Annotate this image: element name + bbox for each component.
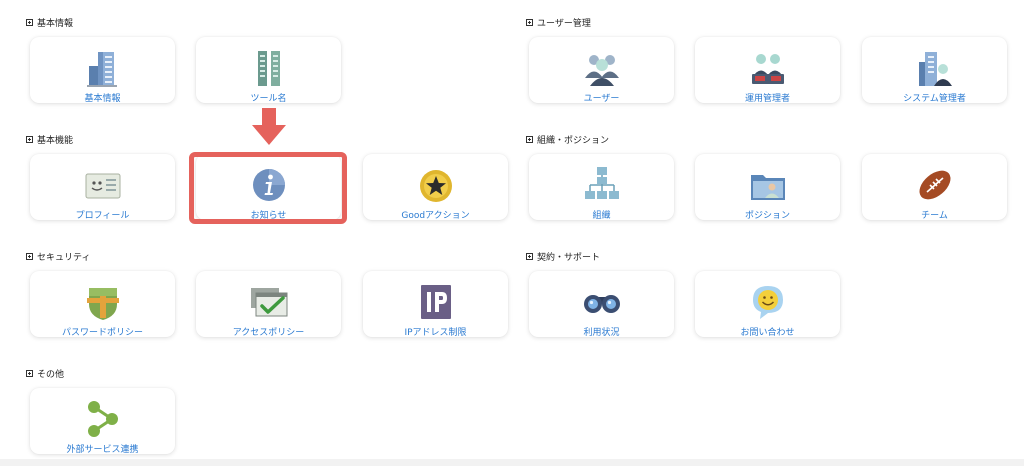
expand-icon [26, 135, 33, 143]
card-organization[interactable]: 組織 [529, 154, 674, 221]
card-profile[interactable]: プロフィール [30, 154, 175, 221]
section-header-user-management[interactable]: ユーザー管理 [526, 16, 591, 29]
card-label: お問い合わせ [740, 328, 795, 338]
card-external-service[interactable]: 外部サービス連携 [30, 388, 175, 455]
down-arrow-icon [251, 108, 287, 146]
card-ip-restriction[interactable]: IPアドレス制限 [363, 271, 508, 338]
user-group-icon [582, 48, 622, 88]
building-icon [83, 48, 123, 88]
system-admin-icon [915, 48, 955, 88]
card-label: 基本情報 [84, 94, 121, 104]
section-title: ユーザー管理 [537, 18, 591, 29]
card-label: 利用状況 [583, 328, 620, 338]
rugby-ball-icon [915, 165, 955, 205]
section-header-contract[interactable]: 契約・サポート [526, 250, 601, 263]
expand-icon [526, 252, 533, 260]
card-contact[interactable]: お問い合わせ [695, 271, 840, 338]
section-header-organization[interactable]: 組織・ポジション [526, 133, 610, 146]
star-badge-icon [416, 165, 456, 205]
expand-icon [26, 18, 33, 26]
card-label: ツール名 [250, 94, 287, 104]
expand-icon [526, 18, 533, 26]
highlight-frame [189, 152, 347, 224]
expand-icon [26, 252, 33, 260]
card-label: システム管理者 [903, 94, 966, 104]
folder-user-icon [748, 165, 788, 205]
card-label: Goodアクション [401, 211, 470, 221]
expand-icon [26, 369, 33, 377]
card-label: 運用管理者 [744, 94, 790, 104]
section-header-basic-functions[interactable]: 基本機能 [26, 133, 74, 146]
card-label: チーム [921, 211, 948, 221]
section-title: その他 [37, 369, 65, 380]
card-label: 組織 [592, 211, 611, 221]
card-basic-info[interactable]: 基本情報 [30, 37, 175, 104]
card-password-policy[interactable]: パスワードポリシー [30, 271, 175, 338]
smiley-bubble-icon [748, 282, 788, 322]
card-usage[interactable]: 利用状況 [529, 271, 674, 338]
card-operation-manager[interactable]: 運用管理者 [695, 37, 840, 104]
section-title: 基本情報 [37, 18, 74, 29]
binoculars-icon [582, 282, 622, 322]
ip-icon [416, 282, 456, 322]
section-title: セキュリティ [37, 252, 91, 263]
card-access-policy[interactable]: アクセスポリシー [196, 271, 341, 338]
card-good-action[interactable]: Goodアクション [363, 154, 508, 221]
card-position[interactable]: ポジション [695, 154, 840, 221]
card-label: IPアドレス制限 [404, 328, 467, 338]
section-header-others[interactable]: その他 [26, 367, 65, 380]
section-title: 組織・ポジション [537, 135, 610, 146]
card-user[interactable]: ユーザー [529, 37, 674, 104]
org-chart-icon [582, 165, 622, 205]
card-team[interactable]: チーム [862, 154, 1007, 221]
share-icon [83, 399, 123, 439]
section-title: 基本機能 [37, 135, 74, 146]
card-label: ポジション [744, 211, 790, 221]
operators-icon [748, 48, 788, 88]
shield-icon [83, 282, 123, 322]
card-label: パスワードポリシー [61, 328, 143, 338]
section-header-security[interactable]: セキュリティ [26, 250, 91, 263]
card-label: プロフィール [75, 211, 130, 221]
card-label: ユーザー [583, 94, 620, 104]
card-label: 外部サービス連携 [66, 445, 139, 455]
expand-icon [526, 135, 533, 143]
card-system-manager[interactable]: システム管理者 [862, 37, 1007, 104]
card-label: アクセスポリシー [232, 328, 305, 338]
section-title: 契約・サポート [537, 252, 601, 263]
section-header-basic-info[interactable]: 基本情報 [26, 16, 74, 29]
checked-window-icon [249, 282, 289, 322]
id-card-icon [83, 165, 123, 205]
twin-towers-icon [249, 48, 289, 88]
card-tool-name[interactable]: ツール名 [196, 37, 341, 104]
page-bottom-strip [0, 459, 1024, 466]
